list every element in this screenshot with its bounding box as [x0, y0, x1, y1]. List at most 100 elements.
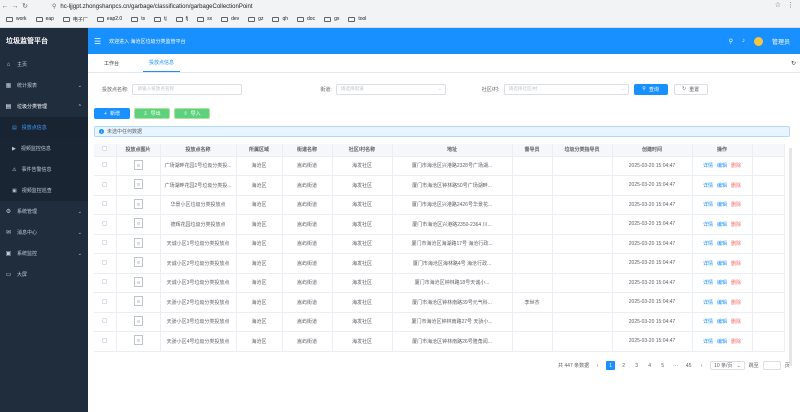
delete-link[interactable]: 删除 — [731, 319, 741, 325]
sidebar-item-5[interactable]: ▣ 系统监控 ⌄ — [0, 243, 88, 264]
bookmark-5[interactable]: tj — [154, 16, 167, 22]
community-select[interactable]: 请选择社区/村 ⌄ — [503, 83, 629, 95]
menu-icon[interactable]: ⋮ — [787, 1, 794, 9]
username[interactable]: 管理员 — [772, 37, 790, 46]
bell-icon[interactable]: ♪ — [742, 38, 745, 44]
page-4[interactable]: 4 — [645, 361, 654, 370]
row-checkbox[interactable] — [102, 220, 108, 226]
delete-link[interactable]: 删除 — [731, 280, 741, 286]
bookmark-7[interactable]: sx — [197, 16, 212, 22]
broken-image-icon[interactable] — [133, 335, 143, 346]
delete-link[interactable]: 删除 — [731, 339, 741, 345]
avatar[interactable] — [753, 36, 763, 46]
detail-link[interactable]: 详情 — [703, 280, 713, 286]
table-row[interactable]: 广场湖畔花园2号垃圾分类投... 海沧区 嵩屿街道 海发社区 厦门市海沧区钟林路50号广… — [94, 175, 785, 196]
broken-image-icon[interactable] — [133, 276, 143, 287]
edit-link[interactable]: 编辑 — [717, 339, 727, 345]
sidebar-subitem-3[interactable]: ▣ 视频监控巡查 — [0, 180, 88, 201]
sidebar-item-4[interactable]: ✉ 消息中心 ⌄ — [0, 222, 88, 243]
sidebar-item-2[interactable]: ▤ 垃圾分类管理 ⌃ — [0, 96, 88, 117]
broken-image-icon[interactable] — [133, 296, 143, 307]
detail-link[interactable]: 详情 — [703, 300, 713, 306]
table-row[interactable]: 天诚小区3号垃圾分类投放点 海沧区 嵩屿街道 海发社区 厦门市海沧区钟林路18号天诚小.… — [94, 273, 785, 293]
star-icon[interactable]: ☆ — [775, 1, 781, 9]
detail-link[interactable]: 详情 — [703, 202, 713, 208]
sidebar-item-6[interactable]: ▭ 大屏 — [0, 264, 88, 285]
edit-link[interactable]: 编辑 — [717, 319, 727, 325]
next-page-icon[interactable]: › — [697, 361, 706, 370]
bookmark-4[interactable]: ts — [131, 16, 145, 22]
import-button[interactable]: ⇧ 导入 — [174, 108, 210, 119]
bookmark-2[interactable]: 电子厂 — [62, 16, 88, 23]
page-5[interactable]: 5 — [658, 361, 667, 370]
edit-link[interactable]: 编辑 — [717, 202, 727, 208]
broken-image-icon[interactable] — [133, 179, 143, 190]
row-checkbox[interactable] — [102, 240, 108, 246]
bookmark-3[interactable]: eap2.0 — [96, 16, 122, 22]
table-row[interactable]: 华景小区垃圾分类投放点 海沧区 嵩屿街道 海发社区 厦门市海沧区兴港路2426号华景花.… — [94, 195, 785, 215]
back-icon[interactable]: ← — [0, 3, 10, 10]
row-checkbox[interactable] — [102, 298, 108, 304]
table-row[interactable]: 天骄小区3号垃圾分类投放点 海沧区 嵩屿街道 海发社区 厦门市海沧区钟林南路27号 天骄… — [94, 312, 785, 332]
page-3[interactable]: 3 — [632, 361, 641, 370]
sidebar-item-1[interactable]: ▦ 统计报表 ⌄ — [0, 75, 88, 96]
edit-link[interactable]: 编辑 — [717, 241, 727, 247]
page-45[interactable]: 45 — [684, 361, 693, 370]
table-row[interactable]: 天骄小区2号垃圾分类投放点 海沧区 嵩屿街道 海发社区 厦门市海沧区钟林南路39号元气科… — [94, 292, 785, 313]
row-checkbox[interactable] — [102, 181, 108, 187]
table-row[interactable]: 天诚小区1号垃圾分类投放点 海沧区 嵩屿街道 海发社区 厦门市海沧区海湖路17号 海沧行… — [94, 234, 785, 254]
tab-collection-points[interactable]: 投放点信息 — [143, 59, 181, 72]
edit-link[interactable]: 编辑 — [717, 183, 727, 189]
row-checkbox[interactable] — [102, 337, 108, 343]
edit-link[interactable]: 编辑 — [717, 300, 727, 306]
delete-link[interactable]: 删除 — [731, 202, 741, 208]
street-select[interactable]: 请选择街道 ⌄ — [335, 83, 446, 95]
sidebar-item-0[interactable]: ⌂ 主页 — [0, 54, 88, 75]
bookmark-8[interactable]: dev — [221, 16, 239, 22]
site-info-icon[interactable]: ⚲ — [52, 3, 56, 10]
sidebar-subitem-2[interactable]: ⚠ 事件告警信息 — [0, 159, 88, 180]
sidebar-subitem-1[interactable]: ▶ 视频监控信息 — [0, 138, 88, 159]
row-checkbox[interactable] — [102, 279, 108, 285]
row-checkbox[interactable] — [102, 201, 108, 207]
delete-link[interactable]: 删除 — [731, 183, 741, 189]
bookmark-0[interactable]: work — [6, 16, 27, 22]
bookmark-11[interactable]: doc — [297, 16, 315, 22]
sidebar-subitem-0[interactable]: ▤ 投放点信息 — [0, 117, 88, 138]
page-2[interactable]: 2 — [619, 361, 628, 370]
table-row[interactable]: 广场湖畔花园1号垃圾分类投... 海沧区 嵩屿街道 海发社区 厦门市海沧区兴港路2328… — [94, 156, 785, 176]
broken-image-icon[interactable] — [133, 198, 143, 209]
forward-icon[interactable]: → — [10, 3, 20, 10]
bookmark-12[interactable]: gx — [324, 16, 339, 22]
detail-link[interactable]: 详情 — [703, 261, 713, 267]
edit-link[interactable]: 编辑 — [717, 280, 727, 286]
menu-toggle-icon[interactable]: ☰ — [94, 37, 101, 46]
select-all-checkbox[interactable] — [102, 146, 108, 152]
delete-link[interactable]: 删除 — [731, 241, 741, 247]
page-1[interactable]: 1 — [606, 361, 616, 370]
table-row[interactable]: 德辉花园垃圾分类投放点 海沧区 嵩屿街道 海发社区 厦门市海沧区兴港路2350-2364… — [94, 214, 785, 235]
detail-link[interactable]: 详情 — [703, 241, 713, 247]
detail-link[interactable]: 详情 — [703, 163, 713, 169]
table-scrollbar[interactable] — [789, 148, 792, 366]
search-button[interactable]: ⚲ 查询 — [633, 83, 668, 95]
delete-link[interactable]: 删除 — [731, 222, 741, 228]
table-row[interactable]: 天诚小区2号垃圾分类投放点 海沧区 嵩屿街道 海发社区 厦门市海沧区海林路4号 海沧行政… — [94, 253, 785, 274]
sidebar-item-3[interactable]: ⚙ 系统管理 ⌄ — [0, 201, 88, 222]
reset-button[interactable]: ↻ 重置 — [673, 83, 708, 95]
delete-link[interactable]: 删除 — [731, 163, 741, 169]
tab-dashboard[interactable]: 工作台 — [98, 60, 125, 72]
table-row[interactable]: 天骄小区4号垃圾分类投放点 海沧区 嵩屿街道 海发社区 厦门市海沧区钟林南路26号隆角闻… — [94, 331, 785, 352]
bookmark-9[interactable]: gz — [248, 16, 263, 22]
page-···[interactable]: ··· — [671, 361, 680, 370]
page-size-select[interactable]: 10 条/页 ⌄ — [710, 361, 745, 370]
edit-link[interactable]: 编辑 — [717, 261, 727, 267]
row-checkbox[interactable] — [102, 318, 108, 324]
name-filter-input[interactable]: 请输入投放点名称 — [132, 83, 243, 95]
detail-link[interactable]: 详情 — [703, 319, 713, 325]
goto-page-input[interactable] — [762, 361, 781, 370]
bookmark-13[interactable]: tool — [348, 16, 366, 22]
delete-link[interactable]: 删除 — [731, 300, 741, 306]
detail-link[interactable]: 详情 — [703, 222, 713, 228]
broken-image-icon[interactable] — [133, 315, 143, 326]
